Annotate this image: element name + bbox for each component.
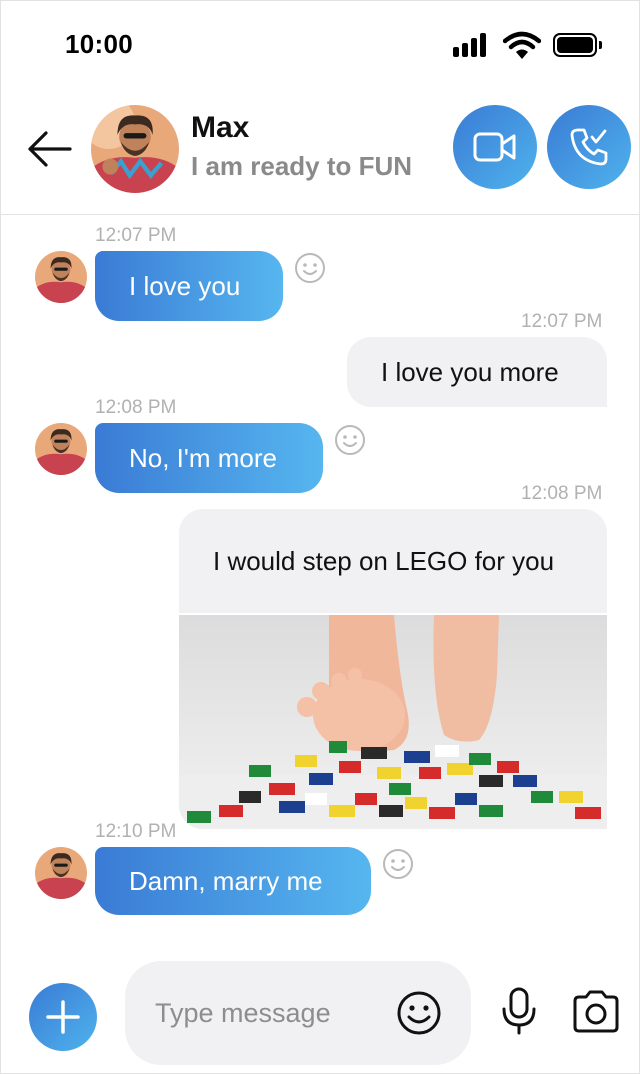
smiley-icon[interactable]: [395, 989, 443, 1037]
video-camera-icon: [473, 132, 516, 162]
message-time: 12:08 PM: [95, 397, 177, 418]
message-composer: [125, 961, 471, 1065]
incoming-message[interactable]: I love you: [95, 251, 283, 321]
outgoing-message[interactable]: I love you more: [347, 337, 607, 407]
voice-call-button[interactable]: [547, 105, 631, 189]
plus-icon: [46, 1000, 80, 1034]
reaction-smiley-icon[interactable]: [294, 252, 326, 284]
contact-avatar[interactable]: [91, 105, 179, 193]
message-input[interactable]: [155, 993, 385, 1033]
video-call-button[interactable]: [453, 105, 537, 189]
sender-avatar: [35, 251, 87, 303]
reaction-smiley-icon[interactable]: [382, 848, 414, 880]
reaction-smiley-icon[interactable]: [334, 424, 366, 456]
status-time: 10:00: [65, 29, 133, 59]
back-arrow-icon: [28, 131, 72, 167]
sender-avatar: [35, 423, 87, 475]
camera-icon[interactable]: [571, 989, 621, 1035]
message-time: 12:10 PM: [95, 821, 177, 842]
phone-call-icon: [570, 128, 608, 166]
add-attachment-button[interactable]: [29, 983, 97, 1051]
back-button[interactable]: [23, 123, 75, 175]
incoming-message[interactable]: Damn, marry me: [95, 847, 371, 915]
chat-header: Max I am ready to FUN: [1, 93, 639, 215]
sender-avatar: [35, 847, 87, 899]
message-time: 12:07 PM: [95, 225, 177, 246]
microphone-icon[interactable]: [497, 987, 541, 1035]
battery-icon: [553, 33, 597, 57]
message-list[interactable]: 12:07 PM I love you 12:07 PM I love you …: [1, 215, 639, 945]
attached-photo[interactable]: [179, 615, 607, 829]
contact-status: I am ready to FUN: [191, 151, 413, 181]
message-time: 12:07 PM: [521, 311, 603, 332]
status-icons: [451, 29, 611, 63]
message-time: 12:08 PM: [521, 483, 603, 504]
contact-name[interactable]: Max: [191, 111, 249, 145]
incoming-message[interactable]: No, I'm more: [95, 423, 323, 493]
chat-screen: 10:00 Max I am ready to FUN 12:07 PM I l…: [0, 0, 640, 1074]
wifi-icon: [503, 31, 541, 59]
outgoing-message[interactable]: I would step on LEGO for you: [179, 509, 607, 613]
